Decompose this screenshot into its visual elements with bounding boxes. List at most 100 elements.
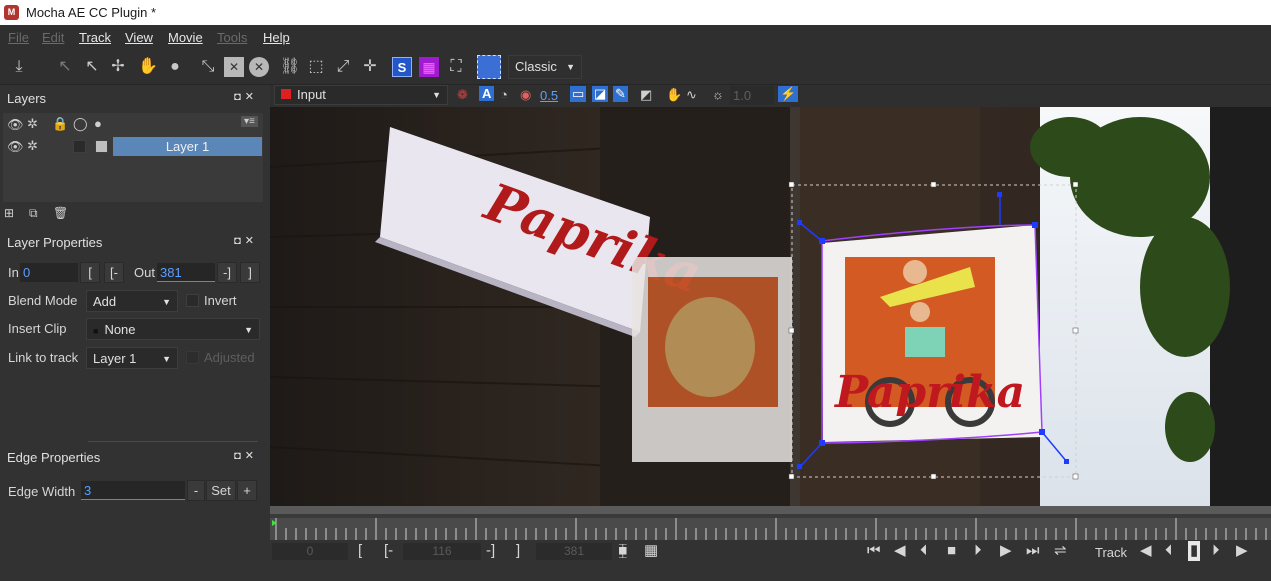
go-in-button[interactable]: [-: [104, 262, 124, 283]
menu-movie[interactable]: Movie: [168, 30, 203, 45]
duplicate-layer-icon[interactable]: ⧉: [29, 206, 38, 221]
fit-icon[interactable]: ⛶: [446, 57, 466, 77]
scale-icon[interactable]: ⤢: [333, 57, 353, 77]
set-out-button[interactable]: ]: [240, 262, 260, 283]
blend-mode-value: Add: [93, 294, 117, 309]
film-icon[interactable]: ▦: [644, 541, 658, 561]
viewer-canvas[interactable]: Paprika Paprika: [270, 107, 1271, 506]
sphere-icon[interactable]: ●: [94, 116, 102, 131]
clip-dropdown[interactable]: Input ▼: [274, 85, 448, 105]
insert-clip-label: Insert Clip: [8, 321, 67, 336]
insert-clip-dropdown[interactable]: ■ None ▼: [86, 318, 260, 340]
view-mode-icon[interactable]: ▭: [570, 86, 587, 102]
matte-icon[interactable]: ◯: [73, 116, 88, 132]
chevron-down-icon: ▼: [244, 325, 253, 335]
opacity-icon[interactable]: ◉: [520, 87, 531, 103]
rgb-channels-icon[interactable]: ❁: [457, 87, 468, 103]
spline-icon[interactable]: ⬚: [306, 57, 326, 77]
layer-eye-icon[interactable]: 👁: [7, 139, 24, 155]
track-step-backward-icon[interactable]: ⏴: [1165, 541, 1173, 561]
current-frame-field[interactable]: 116: [403, 543, 481, 560]
out-point-field[interactable]: 381: [157, 263, 215, 282]
go-out-bracket-button[interactable]: -]: [486, 541, 495, 561]
hand-icon[interactable]: ✋: [138, 57, 158, 77]
menu-view[interactable]: View: [125, 30, 153, 45]
curve-icon[interactable]: ∿: [686, 87, 697, 103]
edge-width-label: Edge Width: [8, 484, 76, 499]
layer-cog-icon[interactable]: ✲: [27, 138, 38, 154]
edge-width-set-button[interactable]: Set: [206, 480, 236, 501]
snapshot-icon[interactable]: ◩: [640, 87, 652, 103]
in-point-field[interactable]: 0: [20, 263, 78, 282]
set-in-bracket-button[interactable]: [: [358, 541, 362, 561]
play-forward-icon[interactable]: ▶: [1000, 541, 1012, 561]
stabilize-icon[interactable]: ◪: [592, 86, 609, 102]
go-to-end-icon[interactable]: ⏭: [1026, 541, 1040, 561]
track-stop-icon[interactable]: ▮: [1188, 541, 1201, 561]
link-to-track-dropdown[interactable]: Layer 1 ▼: [86, 347, 178, 369]
rect-select-icon[interactable]: [477, 55, 501, 79]
menu-track[interactable]: Track: [79, 30, 111, 45]
panel-float-close-icon[interactable]: ◘✕: [234, 90, 258, 103]
menu-help[interactable]: Help: [263, 30, 290, 45]
set-out-bracket-button[interactable]: ]: [516, 541, 520, 561]
overlay-opacity-value[interactable]: 0.5: [540, 88, 558, 103]
layer-color-swatch[interactable]: [95, 140, 108, 153]
layer-properties-title: Layer Properties: [7, 235, 103, 250]
track-backward-icon[interactable]: ◀: [1140, 541, 1152, 561]
go-in-bracket-button[interactable]: [-: [384, 541, 393, 561]
zoom-icon[interactable]: ●: [165, 57, 185, 77]
track-step-forward-icon[interactable]: ⏵: [1212, 541, 1220, 561]
lut-icon[interactable]: ⚡: [778, 86, 799, 102]
surface-icon[interactable]: S: [392, 57, 412, 77]
play-backward-icon[interactable]: ◀: [894, 541, 906, 561]
go-to-start-icon[interactable]: ⏮: [867, 541, 881, 561]
pan-icon[interactable]: ✋: [666, 87, 682, 103]
overlay-icon[interactable]: ◔: [500, 87, 508, 102]
circle-icon[interactable]: ✕: [249, 57, 269, 77]
eye-icon[interactable]: 👁: [7, 117, 24, 133]
stop-icon[interactable]: ■: [947, 541, 956, 561]
blend-mode-dropdown[interactable]: Add ▼: [86, 290, 178, 312]
layers-menu-icon[interactable]: ▾≡: [241, 116, 258, 127]
add-point-icon[interactable]: ✢: [108, 57, 128, 77]
go-out-button[interactable]: -]: [217, 262, 237, 283]
move-icon[interactable]: ✛: [360, 57, 380, 77]
step-forward-icon[interactable]: ⏵: [974, 541, 982, 561]
menu-edit: Edit: [42, 30, 65, 45]
select-point-icon[interactable]: ↖: [82, 57, 102, 77]
new-layer-icon[interactable]: ⊞: [4, 206, 14, 220]
out-frame-field[interactable]: 381: [536, 543, 612, 560]
link-icon[interactable]: ⛓: [280, 57, 300, 77]
workspace-dropdown[interactable]: Classic ▼: [508, 55, 582, 79]
edge-width-minus-button[interactable]: -: [187, 480, 205, 501]
trash-icon[interactable]: 🗑: [53, 206, 68, 220]
edge-width-plus-button[interactable]: +: [237, 480, 257, 501]
loop-icon[interactable]: ⇌: [1054, 541, 1067, 561]
step-backward-icon[interactable]: ⏴: [920, 541, 928, 561]
lock-icon[interactable]: 🔒: [52, 116, 68, 132]
grid-icon[interactable]: ▦: [419, 57, 439, 77]
track-paint-icon[interactable]: ✎: [613, 86, 628, 102]
timeline-ruler[interactable]: [270, 506, 1271, 540]
panel-float-close-icon[interactable]: ◘✕: [234, 234, 258, 247]
alpha-icon[interactable]: A: [479, 86, 495, 101]
layer-matte-checkbox[interactable]: [73, 140, 86, 153]
select-icon[interactable]: ↖: [55, 57, 75, 77]
import-icon[interactable]: ⤓: [9, 57, 29, 77]
invert-checkbox[interactable]: [186, 294, 199, 307]
transform-icon[interactable]: ⤡: [198, 57, 218, 77]
cog-icon[interactable]: ✲: [27, 116, 38, 132]
in-frame-field[interactable]: 0: [272, 543, 348, 560]
layer-row-layer-1[interactable]: Layer 1: [113, 137, 262, 156]
keyframe-icon[interactable]: ⧯: [618, 541, 628, 561]
set-in-button[interactable]: [: [80, 262, 100, 283]
brightness-icon[interactable]: ☼: [712, 87, 724, 102]
exposure-field[interactable]: 1.0: [730, 86, 774, 105]
track-forward-icon[interactable]: ▶: [1236, 541, 1248, 561]
edge-width-field[interactable]: 3: [81, 481, 185, 500]
workspace-value: Classic: [515, 59, 557, 74]
panel-splitter[interactable]: [88, 441, 258, 442]
panel-float-close-icon[interactable]: ◘✕: [234, 449, 258, 462]
rectangle-icon[interactable]: ✕: [224, 57, 244, 77]
